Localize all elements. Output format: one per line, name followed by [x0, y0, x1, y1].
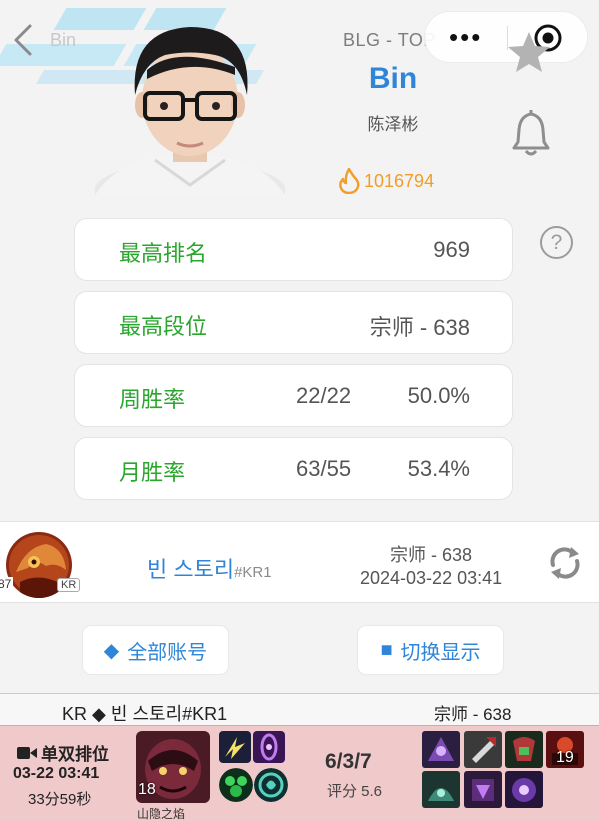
account-name-text: 빈 스토리: [147, 557, 235, 582]
stat-rate: 53.4%: [407, 456, 470, 481]
stat-value: 宗师 - 638: [369, 315, 470, 340]
flame-icon: [339, 168, 360, 194]
stat-label: 周胜率: [119, 387, 186, 412]
favorite-star-icon[interactable]: [506, 28, 552, 76]
match-mode: 单双排位: [17, 740, 109, 765]
match-list-header: KR ◆ 빈 스토리#KR1 宗师 - 638: [0, 693, 599, 725]
stat-record: 22/22: [296, 383, 352, 408]
more-menu-icon[interactable]: •••: [449, 24, 482, 50]
match-account-rank: 宗师 - 638: [434, 705, 512, 724]
primary-rune-icon: [219, 768, 253, 802]
secondary-rune-icon: [254, 768, 288, 802]
item-slot-1-icon: [422, 731, 460, 768]
item-slot-2-icon: [464, 731, 502, 768]
stat-rate: 50.0%: [407, 383, 470, 408]
player-photo: [94, 15, 286, 221]
highest-tier-card: 最高段位 宗师 - 638: [74, 291, 513, 354]
match-mode-label: 单双排位: [41, 745, 109, 764]
account-name[interactable]: 빈 스토리#KR1: [147, 552, 272, 584]
highest-rank-card: 最高排名 969: [74, 218, 513, 281]
refresh-icon[interactable]: [545, 543, 585, 583]
match-account-name: 빈 스토리#KR1: [110, 704, 228, 724]
match-score: 评分 5.6: [327, 783, 383, 800]
champion-level: 18: [138, 781, 156, 798]
account-tag: #KR1: [234, 564, 272, 581]
monthly-winrate-card: 月胜率 63/55 53.4%: [74, 437, 513, 500]
video-camera-icon: [17, 746, 37, 759]
summoner-level: 87: [0, 577, 14, 591]
stat-label: 月胜率: [119, 460, 186, 485]
all-accounts-button[interactable]: ◆ 全部账号: [82, 625, 229, 675]
kda: 6/3/7: [325, 750, 372, 773]
item-slot-5-icon: [422, 771, 460, 808]
toggle-display-button[interactable]: ■ 切换显示: [357, 625, 504, 675]
region-badge: KR: [57, 578, 81, 592]
heat-value: 1016794: [364, 170, 435, 191]
square-icon: ■: [380, 638, 393, 661]
match-account-info: KR ◆ 빈 스토리#KR1: [62, 700, 227, 726]
player-real-name: 陈泽彬: [367, 115, 419, 134]
back-nickname: Bin: [50, 30, 77, 50]
weekly-winrate-card: 周胜率 22/22 50.0%: [74, 364, 513, 427]
item-slot-7-icon: [505, 771, 543, 808]
match-duration: 33分59秒: [28, 791, 92, 808]
stat-value: 969: [433, 237, 470, 262]
champion-name: 山隐之焰: [137, 807, 186, 821]
stat-record: 63/55: [296, 456, 352, 481]
team-position: BLG - TOP: [343, 30, 436, 50]
account-row[interactable]: 87 KR 빈 스토리#KR1 宗师 - 638 2024-03-22 03:4…: [0, 521, 599, 603]
bell-icon[interactable]: [508, 108, 554, 158]
match-date: 03-22 03:41: [13, 765, 100, 782]
stat-label: 最高排名: [119, 241, 208, 266]
player-name: Bin: [368, 62, 418, 95]
toggle-display-label: 切换显示: [400, 641, 481, 664]
back-icon[interactable]: [8, 22, 38, 58]
help-icon[interactable]: ?: [540, 226, 573, 259]
item-slot-3-icon: [505, 731, 543, 768]
flash-spell-icon: [219, 731, 251, 763]
account-rank: 宗师 - 638: [390, 545, 473, 565]
teleport-spell-icon: [253, 731, 285, 763]
item-slot-6-icon: [464, 771, 502, 808]
stat-label: 最高段位: [119, 314, 208, 339]
diamond-separator-icon: ◆: [92, 704, 106, 724]
item-stack-count: 19: [556, 749, 574, 766]
match-region: KR: [62, 704, 88, 724]
diamond-icon: ◆: [103, 639, 120, 662]
heat-score: 1016794: [338, 168, 434, 194]
all-accounts-label: 全部账号: [127, 641, 208, 664]
account-updated-time: 2024-03-22 03:41: [360, 568, 503, 588]
player-header: Bin BLG - TOP Bin 陈泽彬 1016794 •••: [0, 0, 599, 221]
